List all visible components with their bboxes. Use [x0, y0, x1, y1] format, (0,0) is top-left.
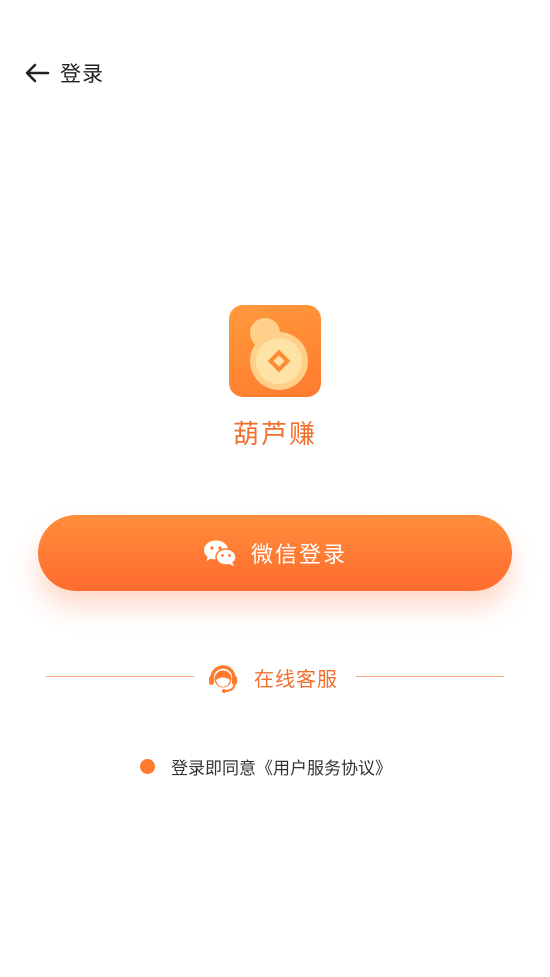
divider-left — [46, 676, 194, 677]
login-page: 登录 葫芦赚 微信登录 在线客服 登录即同意 《用户服务协议》 — [0, 0, 550, 977]
app-logo — [229, 305, 321, 397]
wechat-login-button[interactable]: 微信登录 — [38, 515, 512, 591]
wechat-icon — [203, 539, 237, 567]
wechat-login-label: 微信登录 — [250, 543, 347, 568]
headset-icon — [206, 660, 240, 694]
gourd-coin-icon — [250, 318, 308, 390]
arrow-left-icon[interactable] — [24, 62, 50, 84]
user-agreement-link[interactable]: 《用户服务协议》 — [256, 754, 392, 779]
agreement-row: 登录即同意 《用户服务协议》 — [140, 752, 392, 780]
agreement-prefix: 登录即同意 — [171, 758, 256, 779]
divider-right — [356, 676, 504, 677]
app-name: 葫芦赚 — [232, 420, 317, 450]
online-service-button[interactable]: 在线客服 — [206, 658, 338, 696]
online-service-label: 在线客服 — [254, 666, 338, 691]
agree-radio[interactable] — [140, 758, 155, 774]
back-button[interactable]: 登录 — [24, 56, 104, 90]
page-title: 登录 — [60, 62, 104, 86]
